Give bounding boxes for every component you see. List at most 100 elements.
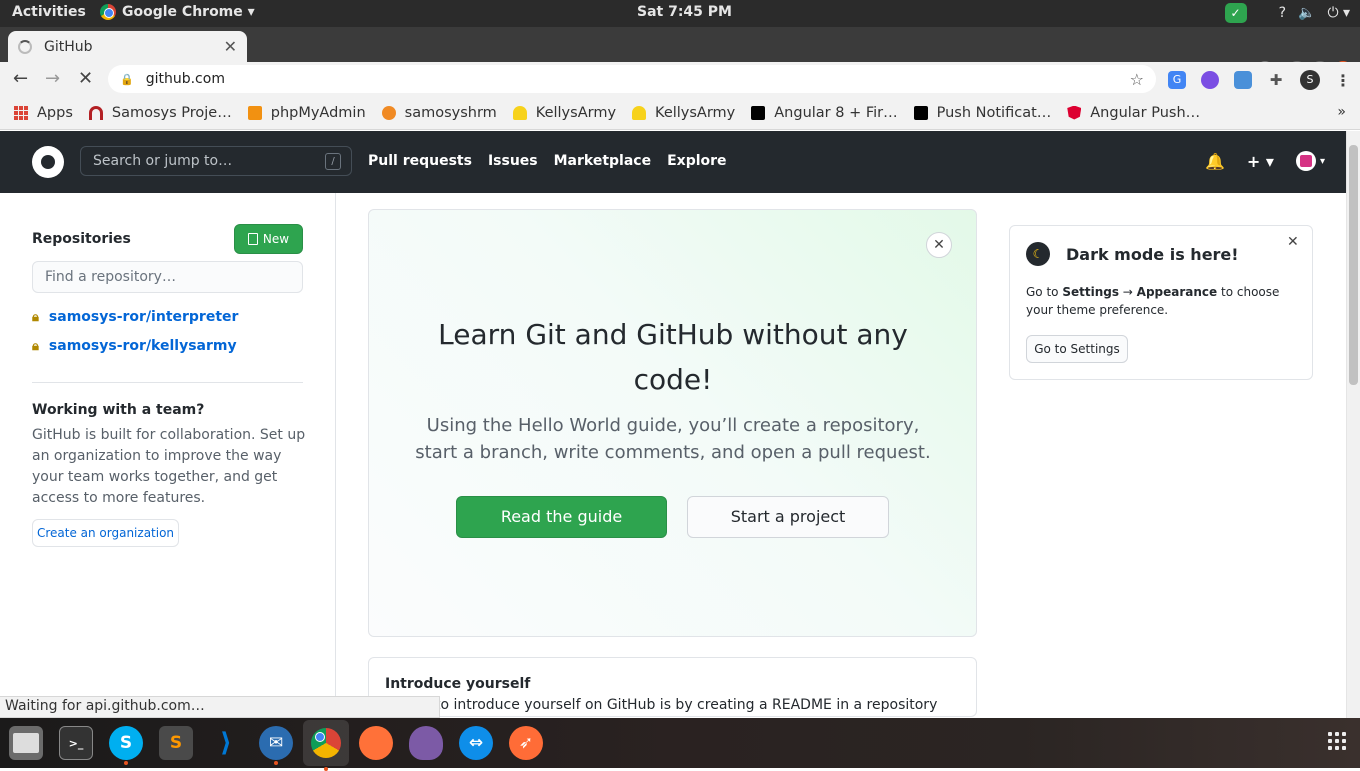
repo-link[interactable]: 🔒︎ samosys-ror/kellysarmy <box>32 338 237 354</box>
activities-button[interactable]: Activities <box>12 4 86 20</box>
bookmark-apps[interactable]: Apps <box>14 105 73 121</box>
bookmark-item[interactable]: KellysArmy <box>632 105 735 121</box>
postman-icon[interactable]: ➶ <box>509 726 543 760</box>
bookmark-item[interactable]: Push Notificat… <box>913 104 1052 121</box>
power-icon[interactable]: ⏻ ▾ <box>1327 5 1350 21</box>
bookmark-item[interactable]: Angular 8 + Fir… <box>751 105 898 121</box>
dashboard: Repositories New Find a repository… 🔒︎ s… <box>0 193 1346 717</box>
stop-loading-icon[interactable]: ✕ <box>78 68 93 89</box>
back-arrow-icon[interactable]: ← <box>13 68 28 89</box>
update-check-icon[interactable]: ✓ <box>1224 3 1247 23</box>
search-input[interactable]: Search or jump to… / <box>80 146 352 176</box>
header-nav: Pull requests Issues Marketplace Explore <box>368 153 727 169</box>
lock-icon: 🔒︎ <box>32 309 39 325</box>
files-icon[interactable] <box>9 726 43 760</box>
nav-pull-requests[interactable]: Pull requests <box>368 153 472 169</box>
lock-icon: 🔒︎ <box>32 338 39 354</box>
moon-icon: ☾ <box>1026 242 1050 266</box>
user-menu[interactable]: ▾ <box>1295 151 1325 171</box>
color-picker-icon[interactable] <box>1201 71 1219 89</box>
system-tray[interactable]: ✓ ? 🔈 ⏻ ▾ <box>1224 3 1350 23</box>
github-logo-icon[interactable] <box>32 146 64 178</box>
nav-issues[interactable]: Issues <box>488 153 538 169</box>
search-shortcut-hint: / <box>325 153 341 170</box>
bookmark-item[interactable]: KellysArmy <box>512 104 617 121</box>
bookmark-label: Samosys Proje… <box>111 104 232 121</box>
loading-spinner-icon <box>18 39 32 54</box>
bookmark-item[interactable]: Samosys Proje… <box>88 104 232 121</box>
nav-marketplace[interactable]: Marketplace <box>554 153 651 169</box>
bookmarks-bar: Apps Samosys Proje… phpMyAdmin samosyshr… <box>0 96 1360 130</box>
read-guide-button[interactable]: Read the guide <box>456 496 667 538</box>
app-menu[interactable]: Google Chrome ▾ <box>100 4 255 20</box>
chrome-icon[interactable] <box>303 720 349 771</box>
go-to-settings-button[interactable]: Go to Settings <box>1026 335 1128 363</box>
vscode-icon[interactable]: ⟩ <box>209 726 243 760</box>
bookmark-label: Apps <box>37 104 73 121</box>
clock[interactable]: Sat 7:45 PM <box>637 4 732 20</box>
start-project-button[interactable]: Start a project <box>687 496 889 538</box>
bookmark-label: Angular Push… <box>1090 104 1201 121</box>
dark-mode-card: ☾ Dark mode is here! ✕ Go to Settings → … <box>1009 225 1313 380</box>
extensions-area: G ✚ S ⋮ <box>1168 70 1351 90</box>
bookmark-star-icon[interactable]: ☆ <box>1130 70 1144 89</box>
intro-description: st way to introduce yourself on GitHub i… <box>385 697 938 713</box>
lock-icon[interactable]: 🔒 <box>120 73 134 86</box>
network-icon[interactable]: ? <box>1279 5 1286 21</box>
ubuntu-dock: >_ S S ⟩ ✉ ⇔ ➶ <box>0 718 1360 771</box>
new-repo-button[interactable]: New <box>234 224 303 254</box>
bookmark-item[interactable]: Angular Push… <box>1067 105 1200 121</box>
skype-icon[interactable]: S <box>109 726 143 765</box>
close-tab-icon[interactable]: ✕ <box>224 37 237 56</box>
firefox-icon[interactable] <box>359 726 393 760</box>
redmine-icon <box>88 105 103 120</box>
nav-explore[interactable]: Explore <box>667 153 726 169</box>
browser-toolbar: ← → ✕ 🔒 github.com ☆ G ✚ S ⋮ <box>0 62 1360 96</box>
bookmark-label: KellysArmy <box>535 104 617 121</box>
appearance-text: Appearance <box>1136 285 1218 299</box>
extensions-puzzle-icon[interactable]: ✚ <box>1267 71 1285 89</box>
repo-name: samosys-ror/kellysarmy <box>48 338 237 354</box>
tab-github[interactable]: GitHub ✕ <box>8 31 247 62</box>
chevron-down-icon: ▾ <box>1319 155 1325 167</box>
helmet-icon <box>632 105 647 120</box>
bookmark-label: Push Notificat… <box>936 104 1052 121</box>
google-translate-icon[interactable]: G <box>1168 71 1186 89</box>
volume-icon[interactable]: 🔈 <box>1298 5 1315 21</box>
create-new-plus-icon[interactable]: + ▾ <box>1247 152 1274 171</box>
terminal-icon[interactable]: >_ <box>59 726 93 760</box>
sublime-text-icon[interactable]: S <box>159 726 193 760</box>
header-actions: 🔔 + ▾ ▾ <box>1205 151 1325 171</box>
address-bar[interactable]: 🔒 github.com ☆ <box>108 65 1156 93</box>
scrollbar-thumb[interactable] <box>1349 145 1358 385</box>
show-applications-icon[interactable] <box>1328 732 1346 750</box>
find-repository-placeholder: Find a repository… <box>45 269 176 285</box>
phpmyadmin-icon <box>247 105 262 120</box>
url-text[interactable]: github.com <box>146 71 1130 87</box>
repo-link[interactable]: 🔒︎ samosys-ror/interpreter <box>32 309 238 325</box>
team-heading: Working with a team? <box>32 402 205 418</box>
profile-avatar[interactable]: S <box>1300 70 1320 90</box>
more-bookmarks-icon[interactable]: » <box>1337 104 1346 120</box>
dark-mode-description: Go to Settings → Appearance to choose yo… <box>1026 285 1280 317</box>
angular-icon <box>1067 105 1082 120</box>
chrome-menu-icon[interactable]: ⋮ <box>1335 71 1351 90</box>
close-icon[interactable]: ✕ <box>926 232 952 258</box>
repo-name: samosys-ror/interpreter <box>48 309 239 325</box>
close-icon[interactable]: ✕ <box>1287 234 1299 250</box>
find-repository-input[interactable]: Find a repository… <box>32 261 303 293</box>
create-organization-button[interactable]: Create an organization <box>32 519 179 547</box>
bookmark-item[interactable]: samosyshrm <box>381 105 497 121</box>
bookmark-item[interactable]: phpMyAdmin <box>247 105 366 121</box>
forward-arrow-icon[interactable]: → <box>45 68 60 89</box>
extension-badge-icon[interactable] <box>1234 71 1252 89</box>
teamviewer-icon[interactable]: ⇔ <box>459 726 493 760</box>
tab-title: GitHub <box>44 38 93 55</box>
divider <box>32 382 303 383</box>
notifications-bell-icon[interactable]: 🔔 <box>1205 152 1225 171</box>
apps-grid-icon <box>14 105 28 120</box>
dashboard-sidebar: Repositories New Find a repository… 🔒︎ s… <box>0 193 336 696</box>
pidgin-icon[interactable] <box>409 726 443 760</box>
page-scrollbar[interactable] <box>1346 131 1360 718</box>
thunderbird-icon[interactable]: ✉ <box>259 726 293 765</box>
